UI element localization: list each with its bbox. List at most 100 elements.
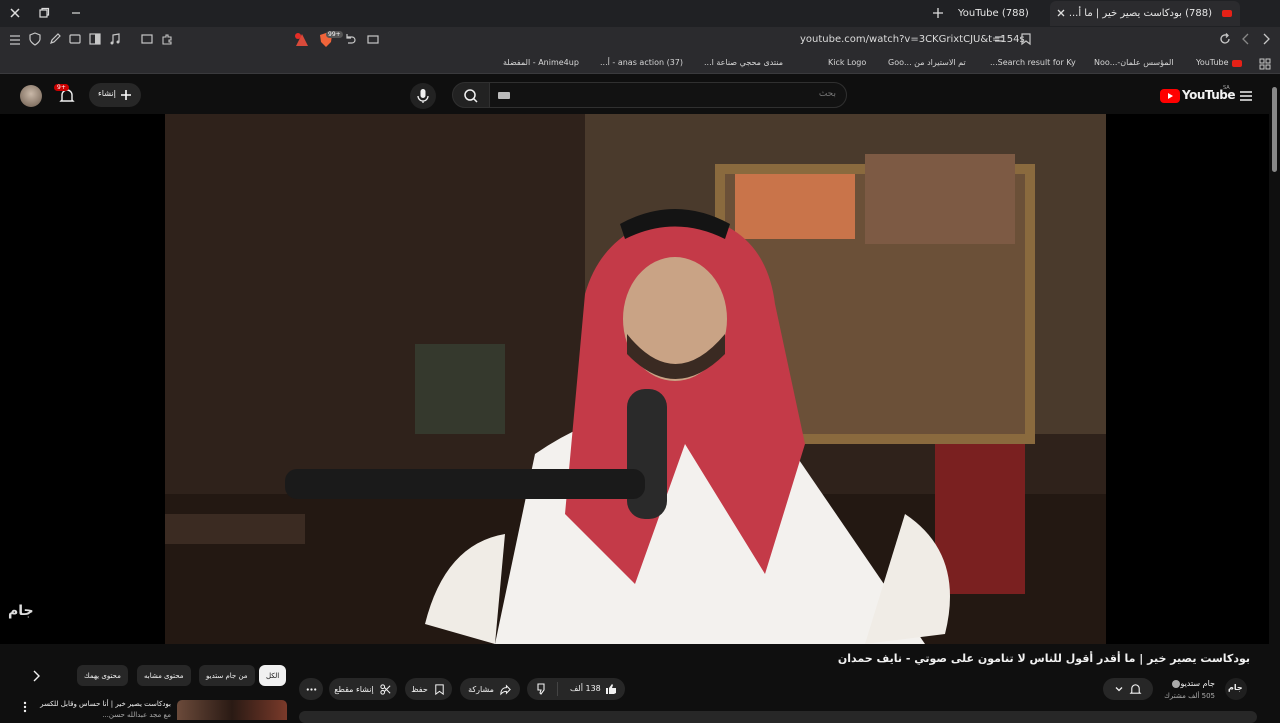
keyboard-icon[interactable] — [498, 92, 510, 99]
divider — [557, 682, 558, 696]
aria-ai-icon[interactable] — [294, 32, 310, 48]
cast-icon[interactable] — [366, 32, 380, 46]
watermark-text: جام — [8, 603, 34, 619]
browser-toolbar: 99+ youtube.com/watch?v=3CKGrixtCJU&t=15… — [0, 27, 1280, 53]
video-frame — [165, 114, 1106, 644]
more-actions-button[interactable] — [299, 678, 323, 700]
forward-icon[interactable] — [1259, 32, 1273, 46]
sidebar-icon[interactable] — [88, 32, 102, 46]
plus-icon — [121, 90, 131, 100]
tab-active-video[interactable]: (788) بودكاست يصير خير | ما أ... — [1050, 1, 1240, 26]
tab-title: (788) بودكاست يصير خير | ما أ... — [1068, 8, 1212, 19]
bell-icon — [1129, 683, 1142, 694]
new-tab-icon[interactable] — [932, 7, 944, 19]
close-window-icon[interactable] — [8, 6, 22, 20]
share-icon — [500, 684, 511, 695]
back-icon[interactable] — [1239, 32, 1253, 46]
verified-badge-icon — [1172, 680, 1180, 688]
channel-avatar[interactable]: جام — [1225, 678, 1247, 700]
undo-icon[interactable] — [343, 32, 357, 46]
dislike-button[interactable] — [535, 682, 549, 696]
save-button[interactable]: حفظ — [405, 678, 452, 700]
restore-window-icon[interactable] — [38, 7, 50, 19]
screenshot-icon[interactable] — [140, 32, 154, 46]
page-scrollbar[interactable] — [1269, 75, 1280, 720]
chip-label: الكل — [266, 671, 280, 680]
region-code: SA — [1223, 85, 1230, 91]
bookmark-item[interactable]: منتدى محجي صناعة ا... — [704, 58, 783, 67]
minimize-window-icon[interactable] — [70, 7, 82, 19]
next-video-thumbnail[interactable] — [177, 700, 287, 720]
chip-label: محتوى مشابه — [144, 671, 184, 680]
more-horizontal-icon — [306, 687, 316, 691]
clip-button[interactable]: إنشاء مقطع — [329, 678, 397, 700]
bookmark-item[interactable]: Anime4up - المفضلة — [503, 58, 579, 67]
chip-for-you[interactable]: محتوى يهمك — [77, 665, 128, 686]
notifications-bell-icon[interactable]: 9+ — [54, 84, 76, 105]
notification-count-badge: 9+ — [54, 84, 69, 91]
brave-shield-icon[interactable]: 99+ — [318, 31, 343, 48]
chip-from-channel[interactable]: من جام ستديو — [199, 665, 255, 686]
wallet-icon[interactable] — [68, 32, 82, 46]
subscribe-toggle[interactable] — [1103, 678, 1153, 700]
site-settings-icon[interactable] — [993, 33, 1005, 45]
video-scene-illustration — [165, 114, 1106, 644]
music-icon[interactable] — [108, 32, 122, 46]
search-button[interactable] — [452, 82, 490, 108]
brave-badge: 99+ — [326, 31, 343, 38]
apps-grid-icon[interactable] — [1258, 57, 1272, 71]
subscriber-count: 505 ألف مشترك — [1164, 692, 1215, 700]
youtube-favicon-icon — [1222, 10, 1232, 17]
like-button[interactable]: 138 ألف — [565, 678, 625, 700]
channel-name[interactable]: جام ستديو — [1180, 679, 1215, 688]
create-label: إنشاء — [98, 89, 116, 98]
bookmark-item[interactable]: تم الاستيراد من ...Goo — [888, 58, 966, 67]
youtube-logo[interactable]: YouTube SA — [1160, 85, 1236, 104]
clip-label: إنشاء مقطع — [334, 684, 374, 694]
save-label: حفظ — [411, 684, 428, 694]
like-dislike-group: 138 ألف — [527, 678, 625, 700]
search-placeholder: بحث — [818, 89, 836, 99]
bookmark-item[interactable]: Search result for Ky... — [990, 58, 1076, 67]
reload-icon[interactable] — [1218, 32, 1232, 46]
pen-icon[interactable] — [48, 32, 62, 46]
next-video-title[interactable]: بودكاست يصير خير | أنا حساس وقابل للكسر — [40, 700, 171, 708]
channel-avatar-text: جام — [1228, 683, 1243, 692]
bookmark-item[interactable]: (37) anas action - أ... — [600, 58, 683, 67]
avatar[interactable] — [20, 85, 42, 107]
microphone-icon — [417, 89, 429, 103]
youtube-play-icon — [1160, 89, 1180, 103]
bookmark-icon — [435, 683, 444, 695]
bookmark-page-icon[interactable] — [1019, 32, 1033, 46]
channel-watermark[interactable]: جام — [8, 600, 36, 628]
voice-search-button[interactable] — [410, 83, 436, 109]
extensions-icon[interactable] — [160, 32, 174, 46]
shield-icon[interactable] — [28, 32, 42, 46]
bookmark-item[interactable]: Kick Logo — [828, 58, 866, 67]
next-video-subtitle: مع مجد عبدالله حسن... — [102, 711, 171, 719]
scrollbar-thumb[interactable] — [1272, 87, 1277, 172]
chevron-down-icon — [1115, 687, 1123, 692]
chip-related[interactable]: محتوى مشابه — [137, 665, 191, 686]
browser-tab-bar: (788) YouTube (788) بودكاست يصير خير | م… — [0, 0, 1280, 27]
thumbs-down-icon — [537, 683, 545, 695]
search-input[interactable]: بحث — [489, 82, 847, 108]
create-button[interactable]: إنشاء — [89, 83, 141, 107]
like-count: 138 ألف — [570, 684, 601, 693]
chip-label: محتوى يهمك — [84, 671, 121, 680]
sidebar-menu-icon[interactable] — [8, 33, 22, 47]
scissors-icon — [380, 683, 391, 695]
video-title: بودكاست يصير خير | ما أقدر أقول للناس لا… — [837, 652, 1250, 665]
bookmark-item[interactable]: YouTube — [1196, 58, 1229, 67]
description-box[interactable] — [299, 711, 1257, 723]
share-label: مشاركة — [468, 684, 494, 694]
more-vert-icon[interactable] — [19, 700, 31, 714]
guide-menu-icon[interactable] — [1238, 88, 1254, 104]
chip-all[interactable]: الكل — [259, 665, 287, 686]
video-player[interactable]: جام — [0, 114, 1269, 644]
address-bar-url[interactable]: youtube.com/watch?v=3CKGrixtCJU&t=154s — [800, 34, 1025, 45]
tab-close-icon[interactable] — [1056, 8, 1066, 18]
share-button[interactable]: مشاركة — [460, 678, 520, 700]
chips-next-icon[interactable] — [29, 669, 43, 683]
bookmark-item[interactable]: المؤسس علمان-...Noo — [1094, 58, 1174, 67]
